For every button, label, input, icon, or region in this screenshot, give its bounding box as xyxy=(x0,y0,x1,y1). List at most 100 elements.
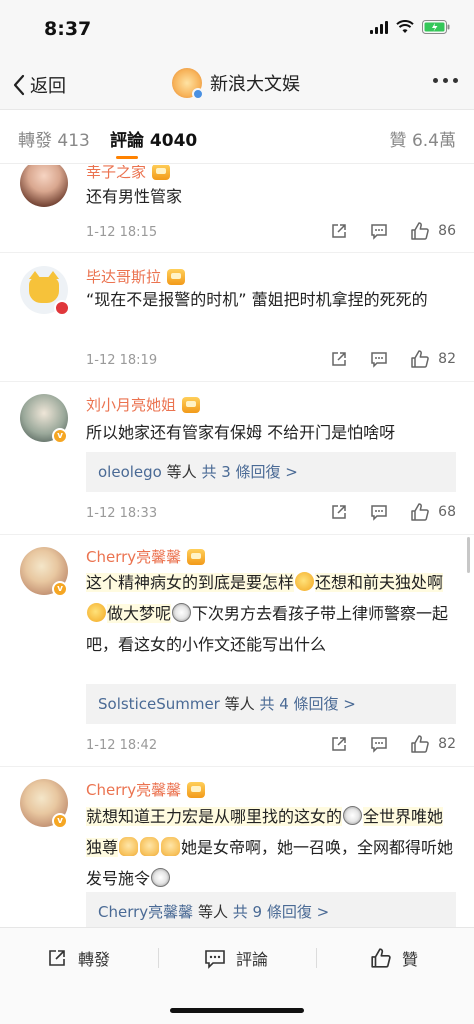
more-icon[interactable] xyxy=(433,78,458,83)
comment-text: 这个精神病女的到底是要怎样 还想和前夫独处啊做大梦呢 下次男方去看孩子带上律师警察一… xyxy=(86,567,456,660)
crown-icon xyxy=(182,396,201,413)
divider xyxy=(316,948,317,968)
comment-text: “现在不是报警的时机” 蕾姐把时机拿捏的死死的 xyxy=(86,290,428,309)
crown-icon xyxy=(167,268,186,285)
divider xyxy=(0,766,474,767)
divider xyxy=(158,948,159,968)
dizzy-emoji-icon xyxy=(343,806,363,825)
comment-username[interactable]: 幸子之家 xyxy=(86,165,171,182)
share-icon xyxy=(332,352,346,366)
thumb-up-icon xyxy=(371,948,391,968)
tab-bar: 轉發 413 評論 4040 贊 6.4萬 xyxy=(0,110,474,164)
sweat-emoji-icon xyxy=(295,572,315,591)
reply-user: SolsticeSummer xyxy=(98,695,220,713)
verified-icon xyxy=(192,88,204,100)
reply-mid: 等人 xyxy=(197,903,228,921)
comment-text: 就想知道王力宏是从哪里找的这女的 全世界唯她独尊 她是女帝啊，她一召唤，全网都得听她… xyxy=(86,801,456,894)
comment-username[interactable]: Cherry亮馨馨 xyxy=(86,779,206,800)
reply-user: oleolego xyxy=(98,463,162,481)
username-text: Cherry亮馨馨 xyxy=(86,781,182,799)
thumb-up-icon xyxy=(411,503,429,521)
text-segment: 就想知道王力宏是从哪里找的这女的 xyxy=(86,807,343,826)
cat-icon xyxy=(29,271,59,303)
comment-time: 1-12 18:33 xyxy=(86,506,158,521)
share-icon xyxy=(332,737,346,751)
tab-comment[interactable]: 評論 4040 xyxy=(110,126,197,151)
reply-count: 共 4 條回復 > xyxy=(259,695,356,713)
comment-icon xyxy=(371,352,387,368)
reply-summary[interactable]: oleolego 等人 共 3 條回復 > xyxy=(86,452,456,492)
reply-button[interactable] xyxy=(370,350,388,368)
scrollbar[interactable] xyxy=(467,537,470,573)
back-button[interactable]: 返回 xyxy=(12,72,66,98)
status-bar: 8:37 xyxy=(0,0,474,62)
like-count: 82 xyxy=(438,351,456,367)
reply-count: 共 9 條回復 > xyxy=(232,903,330,921)
wifi-icon xyxy=(396,20,414,33)
nav-title[interactable]: 新浪大文娱 xyxy=(172,68,300,100)
comment-actions: 86 xyxy=(308,221,456,241)
comment-actions: 82 xyxy=(308,349,456,369)
thumbs-up-emoji-icon xyxy=(119,837,139,856)
tab-like-label: 贊 xyxy=(389,131,407,151)
like-button[interactable]: 82 xyxy=(410,734,456,754)
comment-icon xyxy=(205,950,225,969)
share-button[interactable] xyxy=(330,503,348,521)
reply-button[interactable] xyxy=(370,503,388,521)
reply-button[interactable] xyxy=(370,735,388,753)
verified-icon: v xyxy=(52,428,68,444)
tab-comment-label: 評論 xyxy=(110,131,144,151)
nav-title-text: 新浪大文娱 xyxy=(210,74,300,95)
tab-like-count: 6.4萬 xyxy=(411,131,456,151)
member-badge-icon xyxy=(54,300,70,316)
verified-icon: v xyxy=(52,581,68,597)
crown-icon xyxy=(152,165,171,180)
share-icon xyxy=(332,224,346,238)
reply-summary[interactable]: Cherry亮馨馨 等人 共 9 條回復 > xyxy=(86,892,456,927)
reply-summary[interactable]: SolsticeSummer 等人 共 4 條回復 > xyxy=(86,684,456,724)
active-tab-indicator xyxy=(116,156,138,159)
status-icons xyxy=(370,20,450,34)
reply-button[interactable] xyxy=(370,222,388,240)
share-button[interactable] xyxy=(330,350,348,368)
comment-time: 1-12 18:15 xyxy=(86,225,158,240)
share-button[interactable] xyxy=(330,222,348,240)
comment-text: 还有男性管家 xyxy=(86,187,183,206)
text-segment: 这个精神病女的到底是要怎样 xyxy=(86,573,295,592)
comment-username[interactable]: 刘小月亮她姐 xyxy=(86,394,201,415)
comment-list[interactable]: 幸子之家 还有男性管家 1-12 18:15 86 毕达哥斯拉 “现在不是报警的… xyxy=(0,165,474,927)
dizzy-emoji-icon xyxy=(172,603,192,622)
sweat-emoji-icon xyxy=(87,603,106,622)
share-icon xyxy=(332,505,346,519)
username-text: 幸子之家 xyxy=(86,165,147,181)
share-button[interactable] xyxy=(330,735,348,753)
chevron-left-icon xyxy=(13,74,25,96)
comment-time: 1-12 18:42 xyxy=(86,738,158,753)
repost-button[interactable]: 轉發 xyxy=(46,946,110,970)
like-button[interactable]: 86 xyxy=(410,221,456,241)
tab-repost[interactable]: 轉發 413 xyxy=(18,126,90,151)
verified-icon: v xyxy=(52,813,68,829)
avatar[interactable] xyxy=(20,165,68,207)
like-label: 贊 xyxy=(402,950,419,969)
like-button[interactable]: 贊 xyxy=(370,946,418,970)
comment-username[interactable]: Cherry亮馨馨 xyxy=(86,546,206,567)
tab-like[interactable]: 贊 6.4萬 xyxy=(390,126,456,151)
divider xyxy=(0,534,474,535)
comment-button[interactable]: 評論 xyxy=(204,946,268,970)
like-button[interactable]: 82 xyxy=(410,349,456,369)
comment-label: 評論 xyxy=(236,950,269,969)
tab-repost-label: 轉發 xyxy=(18,131,52,151)
comment-actions: 82 xyxy=(308,734,456,754)
like-button[interactable]: 68 xyxy=(410,502,456,522)
comment-icon xyxy=(371,224,387,240)
reply-user: Cherry亮馨馨 xyxy=(98,903,194,921)
nav-bar: 返回 新浪大文娱 xyxy=(0,62,474,110)
home-indicator xyxy=(170,1008,304,1013)
back-label: 返回 xyxy=(30,76,66,97)
reply-count: 共 3 條回復 > xyxy=(201,463,298,481)
text-segment: 做大梦呢 xyxy=(107,604,172,623)
share-icon xyxy=(49,950,65,966)
signal-icon xyxy=(370,20,388,34)
comment-icon xyxy=(371,505,387,521)
